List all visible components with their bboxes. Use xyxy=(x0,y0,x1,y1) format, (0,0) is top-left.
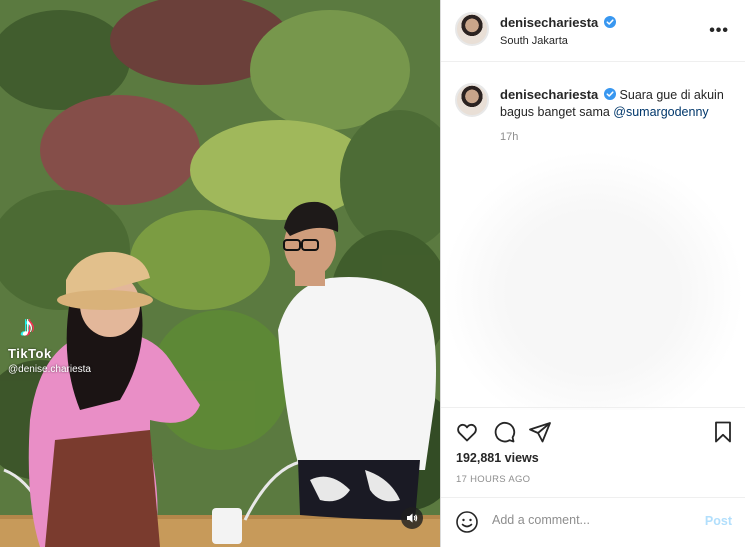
post-sidebar: denisechariesta South Jakarta ••• denise… xyxy=(441,0,745,547)
caption-username[interactable]: denisechariesta xyxy=(500,87,620,102)
comment-bar: Post xyxy=(441,497,745,547)
caption-avatar[interactable] xyxy=(455,83,489,117)
emoji-icon[interactable] xyxy=(455,510,479,534)
comments-area xyxy=(441,150,745,410)
more-horizontal-icon[interactable]: ••• xyxy=(709,22,729,40)
post-location[interactable]: South Jakarta xyxy=(500,35,568,47)
caption-mention-link[interactable]: @sumargodenny xyxy=(613,105,708,119)
avatar[interactable] xyxy=(455,12,489,46)
post-caption: denisechariesta Suara gue di akuin bagus… xyxy=(500,86,732,121)
post-timestamp[interactable]: 17 HOURS AGO xyxy=(456,474,530,485)
comment-icon[interactable] xyxy=(492,420,516,444)
post-media[interactable]: ♪ TikTok @denise.chariesta xyxy=(0,0,440,547)
comment-input[interactable] xyxy=(492,513,692,527)
speaker-icon xyxy=(407,513,418,523)
heart-icon[interactable] xyxy=(455,420,479,444)
author-username[interactable]: denisechariesta xyxy=(500,15,616,30)
tiktok-watermark: ♪ TikTok @denise.chariesta xyxy=(8,310,91,376)
video-frame-image xyxy=(0,0,440,547)
verified-badge-icon xyxy=(603,88,616,100)
tiktok-handle: @denise.chariesta xyxy=(8,364,91,375)
bookmark-icon[interactable] xyxy=(711,420,735,444)
tiktok-logo-icon: ♪ xyxy=(20,310,35,343)
caption-time: 17h xyxy=(500,131,519,143)
post-header: denisechariesta South Jakarta ••• xyxy=(441,0,745,62)
caption-username-text[interactable]: denisechariesta xyxy=(500,87,598,102)
view-count[interactable]: 192,881 views xyxy=(456,451,539,465)
share-icon[interactable] xyxy=(528,420,552,444)
tiktok-brand: TikTok xyxy=(8,346,52,361)
author-username-text[interactable]: denisechariesta xyxy=(500,15,598,30)
post-comment-button[interactable]: Post xyxy=(705,514,732,528)
audio-toggle-button[interactable] xyxy=(401,507,423,529)
verified-badge-icon xyxy=(603,16,616,28)
